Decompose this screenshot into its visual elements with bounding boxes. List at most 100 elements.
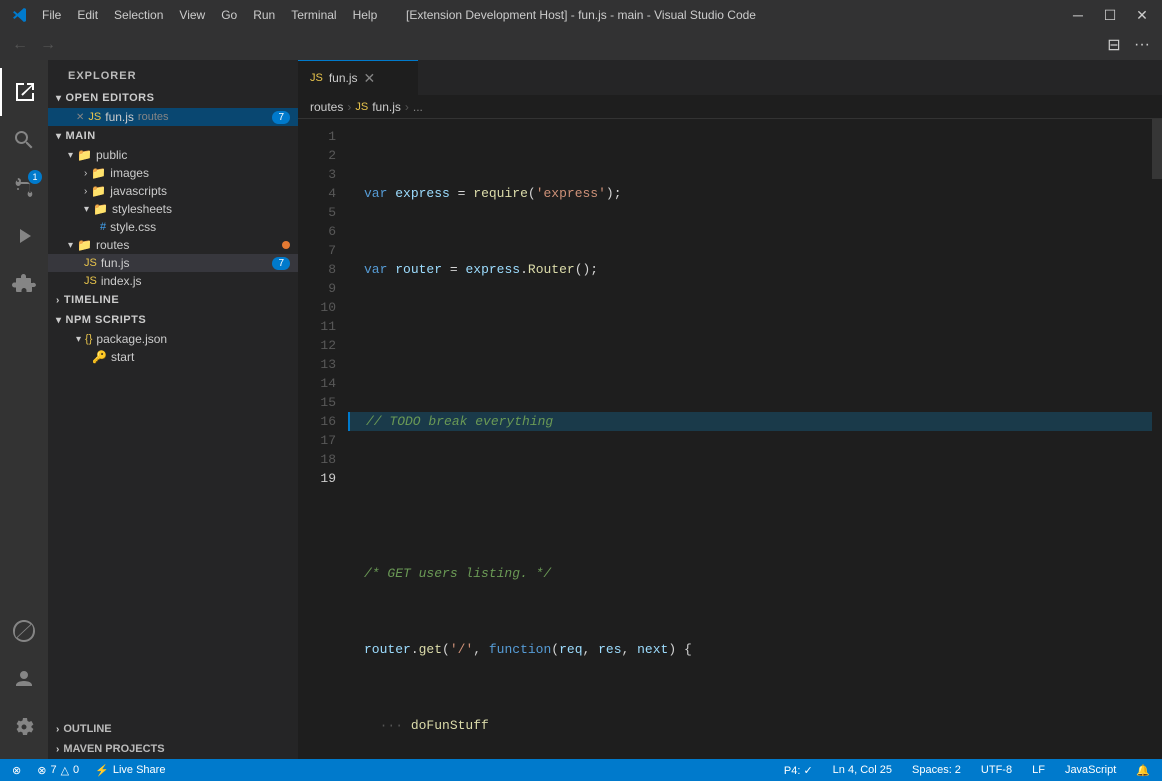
- sidebar: Explorer ▾ Open Editors ✕ JS fun.js rout…: [48, 60, 298, 759]
- explorer-activity-icon[interactable]: [0, 68, 48, 116]
- line-num-10: 10: [298, 298, 336, 317]
- line-num-1: 1: [298, 127, 336, 146]
- menu-run[interactable]: Run: [253, 8, 275, 22]
- error-count: 7: [50, 764, 56, 776]
- menu-edit[interactable]: Edit: [77, 8, 98, 22]
- tree-item-index-js[interactable]: JS index.js: [48, 272, 298, 290]
- window-controls: ─ ☐ ✕: [1066, 3, 1154, 27]
- split-editor-button[interactable]: ⊟: [1102, 33, 1126, 57]
- more-actions-button[interactable]: ···: [1130, 33, 1154, 57]
- remote-activity-icon[interactable]: [0, 607, 48, 655]
- maximize-button[interactable]: ☐: [1098, 3, 1122, 27]
- maven-label: MAVEN PROJECTS: [63, 743, 164, 755]
- tree-item-routes[interactable]: ▾ 📁 routes: [48, 236, 298, 254]
- tab-close-button[interactable]: ✕: [364, 70, 376, 87]
- code-line-3: [348, 336, 1152, 355]
- js-file-icon: JS: [84, 275, 97, 287]
- main-section[interactable]: ▾ Main: [48, 126, 298, 146]
- tree-item-fun-js[interactable]: JS fun.js 7: [48, 254, 298, 272]
- script-name-start: start: [111, 350, 134, 364]
- outline-label: OUTLINE: [63, 723, 111, 735]
- line-num-7: 7: [298, 241, 336, 260]
- tree-item-start-script[interactable]: 🔑 start: [48, 348, 298, 366]
- tree-item-javascripts[interactable]: › 📁 javascripts: [48, 182, 298, 200]
- code-line-5: [348, 488, 1152, 507]
- open-editor-path: routes: [138, 111, 169, 123]
- open-editor-fun-js[interactable]: ✕ JS fun.js routes 7: [48, 108, 298, 126]
- notification-status-item[interactable]: 🔔: [1132, 759, 1154, 781]
- indent-status-item[interactable]: Spaces: 2: [908, 759, 965, 781]
- line-num-4: 4: [298, 184, 336, 203]
- breadcrumb-funjs[interactable]: fun.js: [372, 100, 401, 114]
- forward-button[interactable]: →: [36, 33, 60, 57]
- tree-item-package-json[interactable]: ▾ {} package.json: [48, 330, 298, 348]
- menu-help[interactable]: Help: [353, 8, 378, 22]
- menu-go[interactable]: Go: [221, 8, 237, 22]
- encoding-status-item[interactable]: UTF-8: [977, 759, 1016, 781]
- css-file-icon: #: [100, 221, 106, 233]
- menu-file[interactable]: File: [42, 8, 61, 22]
- timeline-chevron: ›: [56, 295, 60, 306]
- tab-fun-js[interactable]: JS fun.js ✕: [298, 60, 418, 95]
- main-container: 1: [0, 60, 1162, 759]
- live-share-label: Live Share: [113, 764, 166, 776]
- fun-js-badge: 7: [272, 257, 290, 270]
- status-bar: ⊗ ⊗ 7 △ 0 ⚡ Live Share P4: ✓ Ln 4, Col 2…: [0, 759, 1162, 781]
- p4-status-item[interactable]: P4: ✓: [780, 759, 817, 781]
- live-share-icon: ⚡: [95, 764, 109, 777]
- open-editors-section[interactable]: ▾ Open Editors: [48, 88, 298, 108]
- source-control-activity-icon[interactable]: 1: [0, 164, 48, 212]
- line-ending-label: LF: [1032, 764, 1045, 776]
- back-button[interactable]: ←: [8, 33, 32, 57]
- search-activity-icon[interactable]: [0, 116, 48, 164]
- menu-view[interactable]: View: [179, 8, 205, 22]
- tree-item-images[interactable]: › 📁 images: [48, 164, 298, 182]
- tree-item-style-css[interactable]: # style.css: [48, 218, 298, 236]
- breadcrumb-dots[interactable]: ...: [413, 100, 423, 114]
- cursor-position-item[interactable]: Ln 4, Col 25: [829, 759, 896, 781]
- code-line-7: router.get('/', function(req, res, next)…: [348, 640, 1152, 659]
- maven-projects-panel[interactable]: › MAVEN PROJECTS: [48, 739, 298, 759]
- menu-terminal[interactable]: Terminal: [291, 8, 336, 22]
- outline-panel[interactable]: › OUTLINE: [48, 719, 298, 739]
- minimap-thumb[interactable]: [1152, 119, 1162, 179]
- live-share-status-item[interactable]: ⚡ Live Share: [91, 759, 169, 781]
- language-label: JavaScript: [1065, 764, 1116, 776]
- code-content[interactable]: var express = require('express'); var ro…: [348, 119, 1152, 759]
- json-file-icon: {}: [85, 333, 92, 345]
- tree-item-stylesheets[interactable]: ▾ 📁 stylesheets: [48, 200, 298, 218]
- folder-name-public: public: [96, 148, 127, 162]
- language-status-item[interactable]: JavaScript: [1061, 759, 1120, 781]
- remote-status-item[interactable]: ⊗: [8, 759, 25, 781]
- minimize-button[interactable]: ─: [1066, 3, 1090, 27]
- routes-chevron: ▾: [68, 240, 73, 251]
- close-button[interactable]: ✕: [1130, 3, 1154, 27]
- breadcrumb-routes[interactable]: routes: [310, 100, 343, 114]
- errors-status-item[interactable]: ⊗ 7 △ 0: [33, 759, 83, 781]
- line-ending-status-item[interactable]: LF: [1028, 759, 1049, 781]
- code-editor[interactable]: 1 2 3 4 5 6 7 8 9 10 11 12 13 14 15 16 1…: [298, 119, 1162, 759]
- folder-icon: 📁: [77, 148, 92, 162]
- activity-bar: 1: [0, 60, 48, 759]
- window-title: [Extension Development Host] - fun.js - …: [406, 8, 756, 22]
- run-debug-activity-icon[interactable]: [0, 212, 48, 260]
- close-icon[interactable]: ✕: [76, 112, 84, 123]
- line-num-18: 18: [298, 450, 336, 469]
- line-num-3: 3: [298, 165, 336, 184]
- npm-scripts-section[interactable]: ▾ NPM Scripts: [48, 310, 298, 330]
- activity-bar-bottom: [0, 607, 48, 759]
- menu-selection[interactable]: Selection: [114, 8, 163, 22]
- timeline-section[interactable]: › Timeline: [48, 290, 298, 310]
- main-label: Main: [66, 130, 96, 142]
- folder-name-images: images: [110, 166, 149, 180]
- settings-activity-icon[interactable]: [0, 703, 48, 751]
- breadcrumb-sep-1: ›: [347, 100, 351, 114]
- line-num-16: 16: [298, 412, 336, 431]
- folder-name-stylesheets: stylesheets: [112, 202, 172, 216]
- line-num-5: 5: [298, 203, 336, 222]
- filename-style-css: style.css: [110, 220, 156, 234]
- tree-item-public[interactable]: ▾ 📁 public: [48, 146, 298, 164]
- account-activity-icon[interactable]: [0, 655, 48, 703]
- source-control-badge: 1: [28, 170, 42, 184]
- extensions-activity-icon[interactable]: [0, 260, 48, 308]
